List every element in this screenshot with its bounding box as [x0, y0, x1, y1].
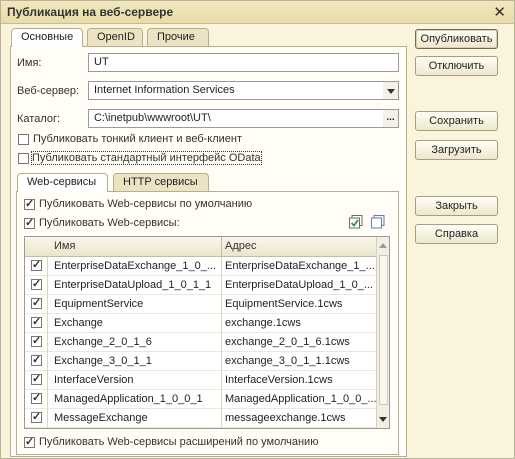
table-row[interactable]: ManagedApplication_1_0_0_1 ManagedApplica… [25, 390, 378, 409]
service-address-cell: ManagedApplication_1_0_0_... [225, 393, 377, 405]
publish-ext-checkbox[interactable] [24, 435, 35, 448]
webserver-label: Веб-сервер: [17, 85, 80, 97]
title-bar: Публикация на веб-сервере ✕ [1, 1, 514, 24]
uncheck-all-icon[interactable] [371, 215, 385, 229]
row-checkbox[interactable] [31, 372, 42, 385]
thin-client-label: Публиковать тонкий клиент и веб-клиент [33, 133, 243, 145]
table-row[interactable]: Exchange exchange.1cws [25, 314, 378, 333]
publish-default-label: Публиковать Web-сервисы по умолчанию [39, 198, 253, 210]
odata-label: Публиковать стандартный интерфейс OData [31, 151, 262, 165]
table-row[interactable]: Exchange_2_0_1_6 exchange_2_0_1_6.1cws [25, 333, 378, 352]
row-checkbox[interactable] [31, 410, 42, 423]
publication-dialog: Публикация на веб-сервере ✕ Основные Ope… [0, 0, 515, 459]
catalog-label: Каталог: [17, 113, 61, 125]
row-checkbox[interactable] [31, 277, 42, 290]
service-address-cell: EnterpriseDataExchange_1_... [225, 260, 375, 272]
vertical-scrollbar[interactable] [376, 237, 389, 428]
close-button[interactable]: Закрыть [415, 196, 498, 216]
row-checkbox[interactable] [31, 296, 42, 309]
column-divider [221, 257, 222, 428]
column-divider [221, 237, 222, 257]
publish-default-checkbox[interactable] [24, 197, 35, 210]
name-label: Имя: [17, 57, 42, 69]
table-header: Имя Адрес [25, 237, 378, 257]
catalog-field[interactable]: C:\inetpub\wwwroot\UT\ [88, 109, 384, 128]
service-name-cell: MessageExchange [54, 412, 148, 424]
service-name-cell: InterfaceVersion [54, 374, 134, 386]
close-icon[interactable]: ✕ [493, 3, 506, 21]
publish-ws-checkbox[interactable] [24, 216, 35, 229]
service-address-cell: EquipmentService.1cws [225, 298, 343, 310]
service-address-cell: exchange_2_0_1_6.1cws [225, 336, 350, 348]
row-checkbox[interactable] [31, 353, 42, 366]
chevron-down-icon[interactable] [383, 81, 399, 100]
column-divider [47, 257, 48, 428]
tab-openid[interactable]: OpenID [87, 28, 143, 46]
service-name-cell: Exchange_3_0_1_1 [54, 355, 152, 367]
service-name-cell: Exchange [54, 317, 103, 329]
publish-ws-label: Публиковать Web-сервисы: [39, 217, 180, 229]
service-name-cell: EnterpriseDataExchange_1_0_... [54, 260, 217, 272]
column-address-header[interactable]: Адрес [225, 240, 257, 252]
thin-client-checkbox[interactable] [18, 134, 29, 145]
service-address-cell: InterfaceVersion.1cws [225, 374, 333, 386]
webserver-select[interactable]: Internet Information Services [88, 81, 384, 100]
odata-checkbox[interactable] [18, 153, 29, 164]
scroll-up-icon[interactable] [379, 243, 387, 248]
table-row[interactable]: InterfaceVersion InterfaceVersion.1cws [25, 371, 378, 390]
column-name-header[interactable]: Имя [54, 240, 75, 252]
scroll-thumb[interactable] [379, 255, 388, 405]
table-row[interactable]: EquipmentService EquipmentService.1cws [25, 295, 378, 314]
web-services-table: Имя Адрес EnterpriseDataExchange_1_0_...… [24, 236, 390, 429]
service-name-cell: EquipmentService [54, 298, 144, 310]
service-name-cell: EnterpriseDataUpload_1_0_1_1 [54, 279, 212, 291]
check-all-icon[interactable] [349, 215, 363, 229]
tab-main[interactable]: Основные [11, 28, 83, 47]
table-row[interactable]: Exchange_3_0_1_1 exchange_3_0_1_1.1cws [25, 352, 378, 371]
scroll-down-icon[interactable] [379, 417, 387, 422]
table-row[interactable]: EnterpriseDataExchange_1_0_... Enterprise… [25, 257, 378, 276]
service-address-cell: exchange_3_0_1_1.1cws [225, 355, 350, 367]
service-address-cell: exchange.1cws [225, 317, 301, 329]
tab-http-services[interactable]: HTTP сервисы [113, 173, 209, 191]
save-button[interactable]: Сохранить [415, 111, 498, 131]
help-button[interactable]: Справка [415, 224, 498, 244]
name-field[interactable]: UT [88, 53, 399, 72]
row-checkbox[interactable] [31, 334, 42, 347]
row-checkbox[interactable] [31, 258, 42, 271]
service-address-cell: messageexchange.1cws [225, 412, 346, 424]
table-row[interactable]: EnterpriseDataUpload_1_0_1_1 EnterpriseDa… [25, 276, 378, 295]
window-title: Публикация на веб-сервере [7, 5, 174, 19]
load-button[interactable]: Загрузить [415, 140, 498, 160]
browse-button[interactable]: ... [383, 109, 399, 128]
table-row[interactable]: MessageExchange messageexchange.1cws [25, 409, 378, 428]
row-checkbox[interactable] [31, 391, 42, 404]
row-checkbox[interactable] [31, 315, 42, 328]
service-address-cell: EnterpriseDataUpload_1_0_... [225, 279, 373, 291]
publish-ext-label: Публиковать Web-сервисы расширений по ум… [39, 436, 319, 448]
tab-web-services[interactable]: Web-сервисы [17, 173, 108, 192]
publish-button[interactable]: Опубликовать [415, 29, 498, 49]
service-name-cell: Exchange_2_0_1_6 [54, 336, 152, 348]
tab-other[interactable]: Прочие [147, 28, 209, 46]
service-name-cell: ManagedApplication_1_0_0_1 [54, 393, 203, 405]
disable-button[interactable]: Отключить [415, 56, 498, 76]
